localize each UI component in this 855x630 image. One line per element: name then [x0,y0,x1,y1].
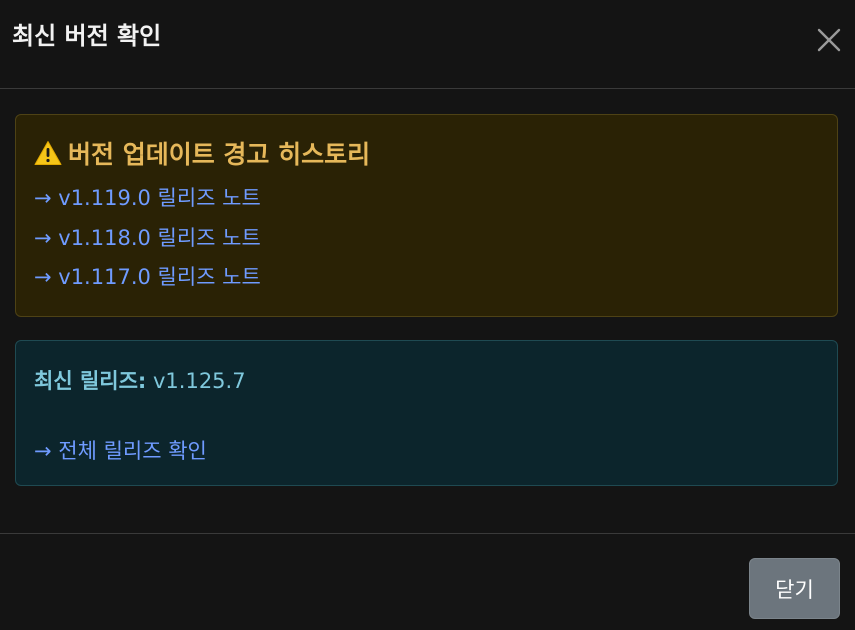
all-releases-link[interactable]: → 전체 릴리즈 확인 [34,435,207,465]
dialog-title: 최신 버전 확인 [12,22,162,50]
dialog-footer: 닫기 [0,533,855,630]
warning-title-text: 버전 업데이트 경고 히스토리 [68,140,371,169]
release-check-dialog: 최신 버전 확인 버전 업데이트 경고 히스토리 → v1.119.0 릴리즈 … [0,0,855,630]
latest-release-version: v1.125.7 [153,369,246,393]
release-note-link-v1-117-0[interactable]: → v1.117.0 릴리즈 노트 [34,261,261,291]
warning-heading: 버전 업데이트 경고 히스토리 [34,135,370,171]
close-icon[interactable] [814,25,844,55]
release-note-link-v1-119-0[interactable]: → v1.119.0 릴리즈 노트 [34,182,261,212]
close-button[interactable]: 닫기 [749,558,840,619]
dialog-header: 최신 버전 확인 [0,0,855,89]
latest-release-label: 최신 릴리즈: [34,369,147,393]
release-note-link-v1-118-0[interactable]: → v1.118.0 릴리즈 노트 [34,222,261,252]
latest-release-panel: 최신 릴리즈: v1.125.7 → 전체 릴리즈 확인 [15,340,838,486]
warning-icon [34,140,62,166]
version-warning-panel: 버전 업데이트 경고 히스토리 → v1.119.0 릴리즈 노트 → v1.1… [15,114,838,317]
latest-release-line: 최신 릴리즈: v1.125.7 [34,365,246,395]
